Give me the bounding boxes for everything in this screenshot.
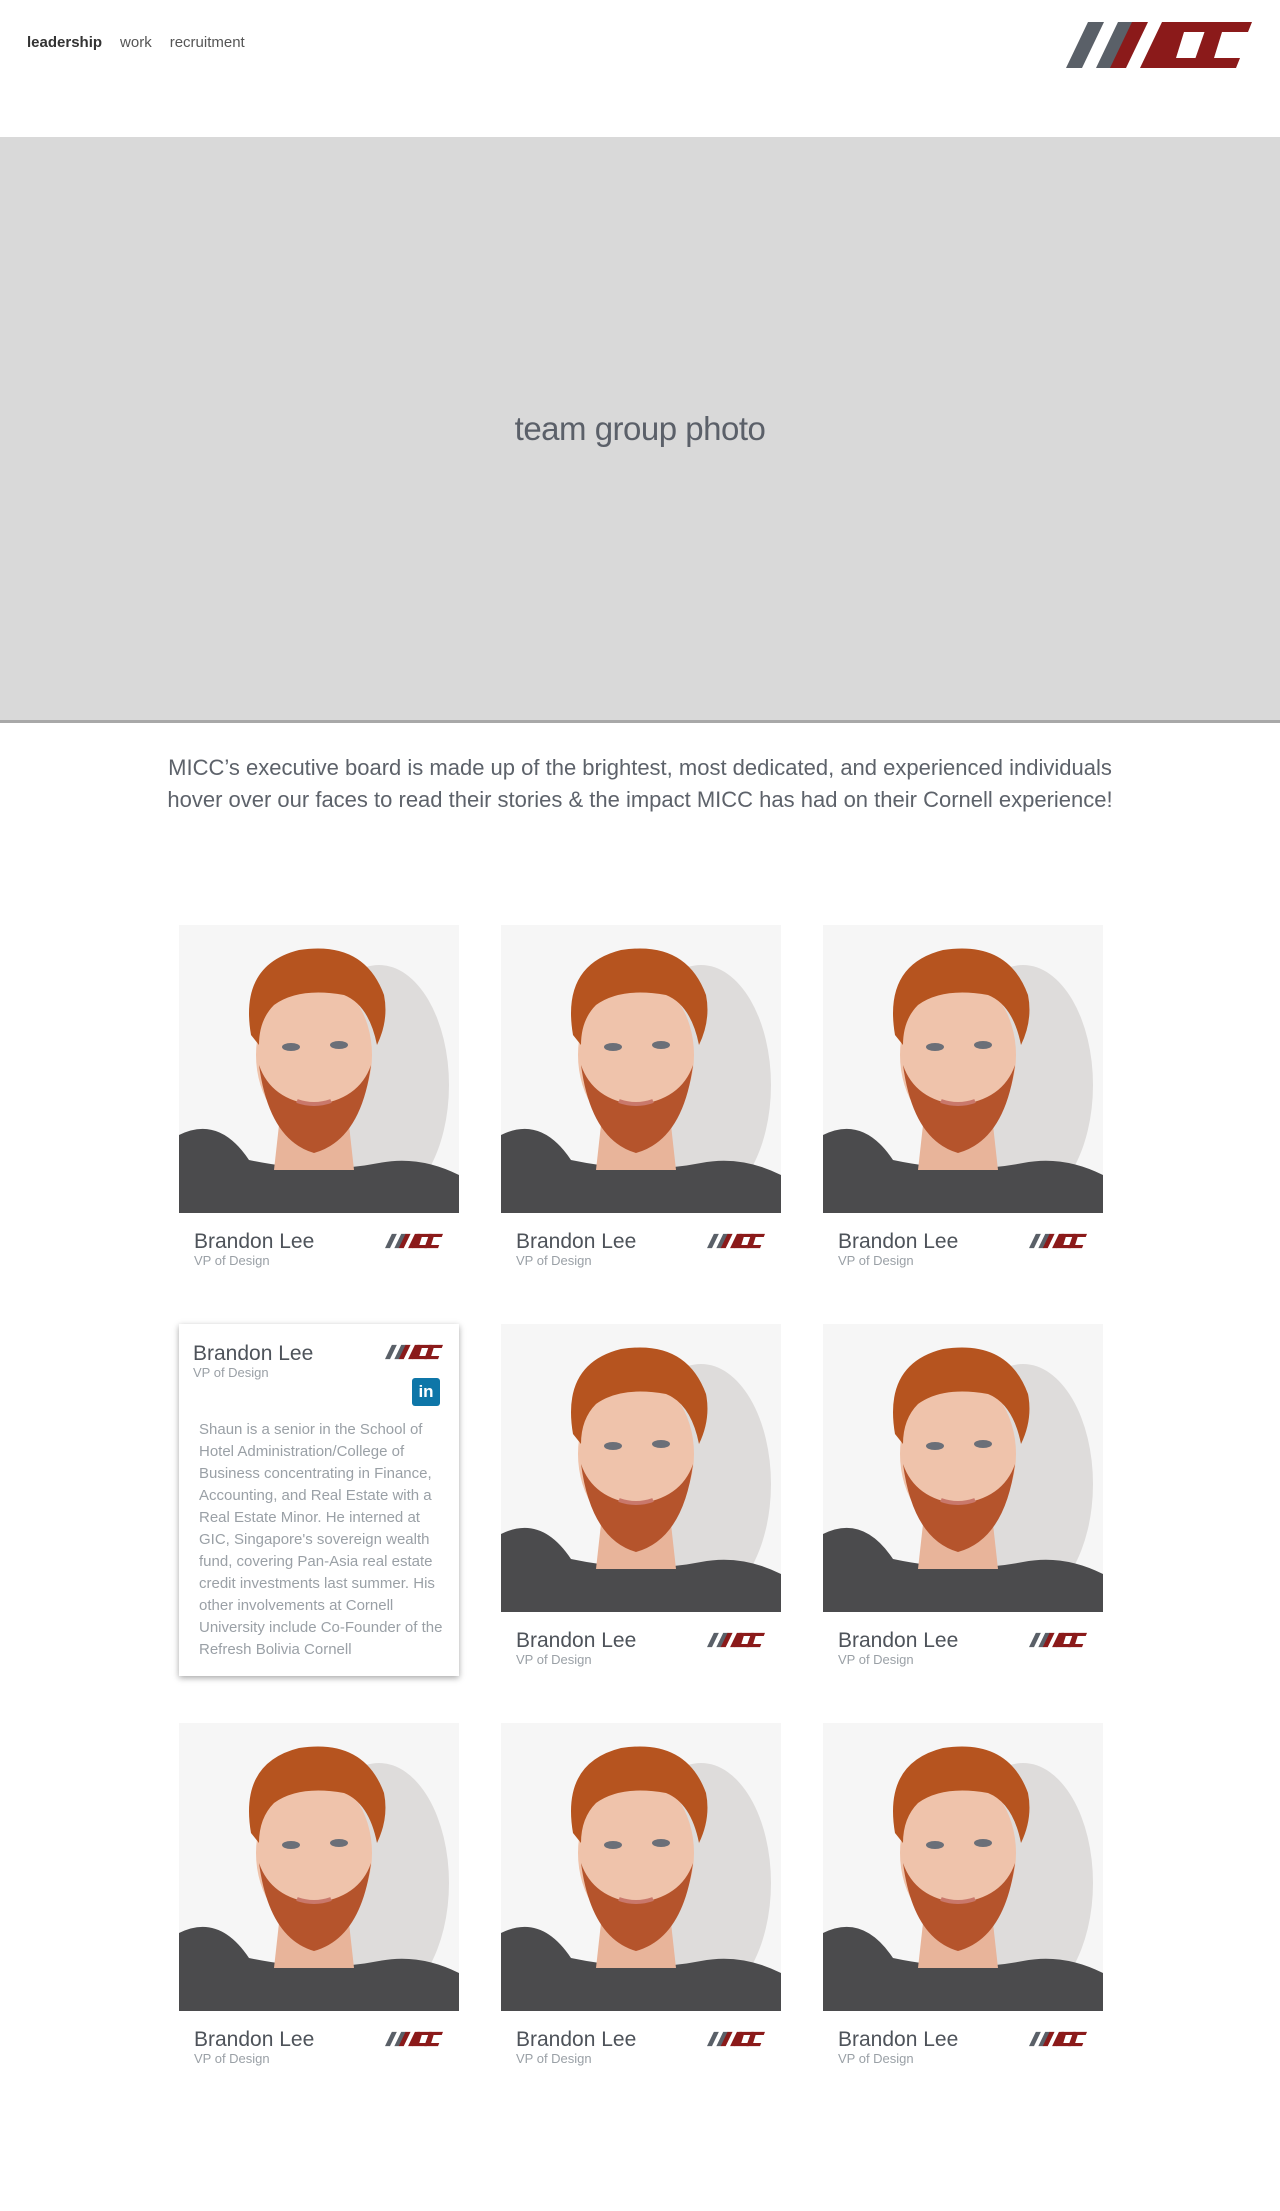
member-name: Brandon Lee (838, 2028, 959, 2051)
micc-logo-small (1029, 1232, 1087, 1250)
member-card[interactable]: Brandon Lee VP of Design (823, 1324, 1103, 1669)
member-name: Brandon Lee (516, 1230, 637, 1253)
member-photo[interactable] (823, 925, 1103, 1213)
member-card[interactable]: Brandon Lee VP of Design (501, 925, 781, 1270)
member-name: Brandon Lee (516, 1629, 637, 1652)
member-role: VP of Design (516, 1652, 592, 1667)
member-card[interactable]: Brandon Lee VP of Design (179, 1723, 459, 2068)
member-photo[interactable] (501, 1324, 781, 1612)
micc-logo-small (1029, 2030, 1087, 2048)
member-card[interactable]: Brandon Lee VP of Design (501, 1324, 781, 1669)
member-role: VP of Design (194, 2051, 270, 2066)
linkedin-icon[interactable]: in (412, 1378, 440, 1406)
member-card[interactable]: Brandon Lee VP of Design (823, 925, 1103, 1270)
nav-link-recruitment[interactable]: recruitment (170, 34, 245, 51)
micc-logo-small (707, 2030, 765, 2048)
member-role: VP of Design (838, 1652, 914, 1667)
member-name: Brandon Lee (838, 1629, 959, 1652)
micc-logo-small (707, 1232, 765, 1250)
member-role: VP of Design (516, 2051, 592, 2066)
micc-logo-small (385, 1232, 443, 1250)
nav-link-work[interactable]: work (120, 34, 152, 51)
micc-logo-small (1029, 1631, 1087, 1649)
nav-link-leadership[interactable]: leadership (27, 34, 102, 51)
top-nav: leadership work recruitment (0, 0, 1280, 137)
member-photo[interactable] (179, 1723, 459, 2011)
member-card[interactable]: Brandon Lee VP of Design (823, 1723, 1103, 2068)
member-role: VP of Design (194, 1253, 270, 1268)
intro-line-2: hover over our faces to read their stori… (167, 787, 1113, 812)
member-card[interactable]: Brandon Lee VP of Design (179, 925, 459, 1270)
member-name: Brandon Lee (194, 2028, 315, 2051)
member-name: Brandon Lee (516, 2028, 637, 2051)
member-role: VP of Design (838, 2051, 914, 2066)
member-photo[interactable] (501, 1723, 781, 2011)
member-photo[interactable] (823, 1723, 1103, 2011)
member-bio: Shaun is a senior in the School of Hotel… (199, 1421, 443, 1658)
member-photo[interactable] (501, 925, 781, 1213)
member-photo[interactable] (179, 925, 459, 1213)
member-role: VP of Design (193, 1365, 269, 1380)
member-name: Brandon Lee (838, 1230, 959, 1253)
micc-logo[interactable] (1066, 18, 1252, 72)
intro-line-1: MICC’s executive board is made up of the… (168, 755, 1112, 780)
intro-text: MICC’s executive board is made up of the… (0, 752, 1280, 816)
nav-links: leadership work recruitment (27, 34, 263, 51)
member-role: VP of Design (838, 1253, 914, 1268)
micc-logo-small (385, 2030, 443, 2048)
member-card[interactable]: Brandon Lee VP of Design (501, 1723, 781, 2068)
member-name: Brandon Lee (193, 1342, 314, 1365)
member-role: VP of Design (516, 1253, 592, 1268)
member-photo[interactable] (823, 1324, 1103, 1612)
micc-logo-small (385, 1343, 443, 1361)
member-name: Brandon Lee (194, 1230, 315, 1253)
micc-logo-small (707, 1631, 765, 1649)
team-group-photo-placeholder: team group photo (0, 137, 1280, 723)
member-card[interactable]: Brandon Lee VP of Design in Shaun is a seni… (179, 1324, 459, 1676)
hero-label: team group photo (514, 409, 766, 447)
